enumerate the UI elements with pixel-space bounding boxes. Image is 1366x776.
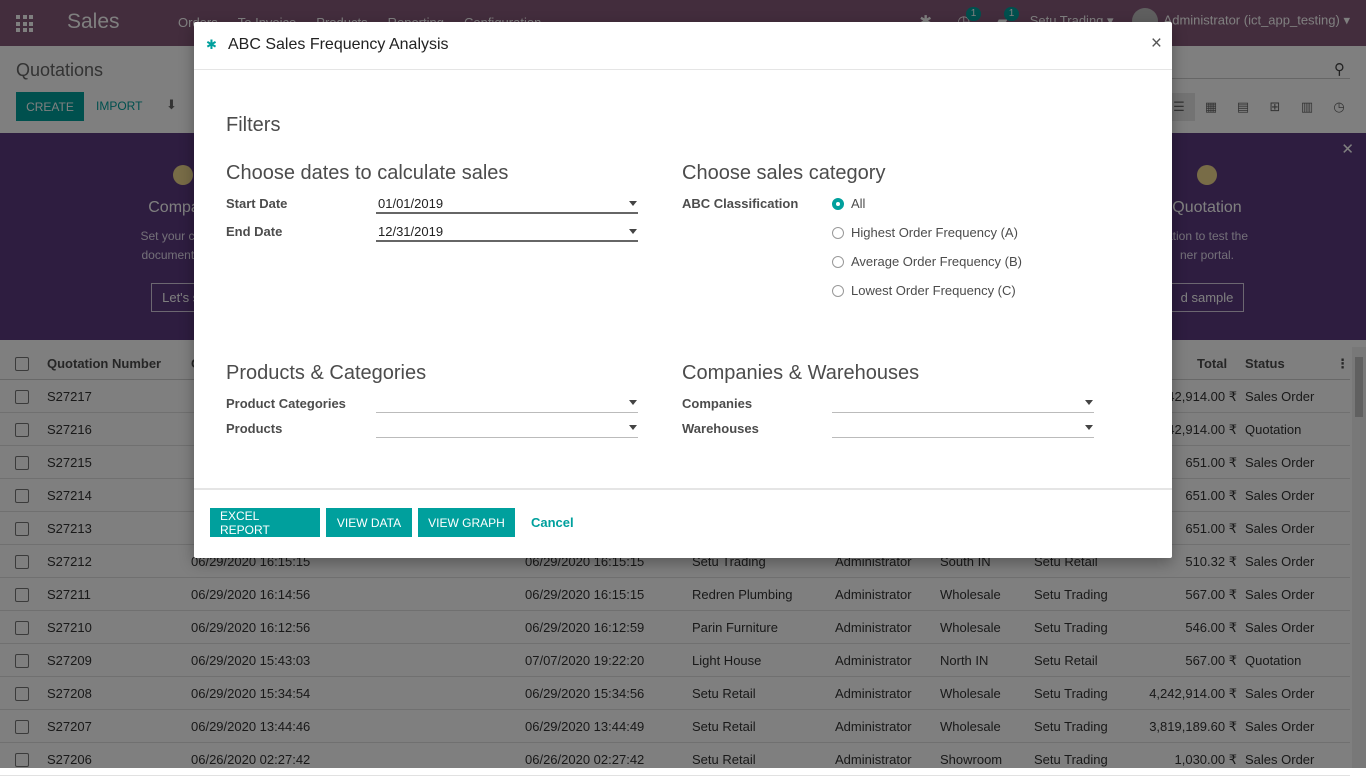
category-heading: Choose sales category	[682, 162, 886, 184]
start-date-value: 01/01/2019	[378, 196, 444, 211]
companies-label: Companies	[682, 396, 753, 411]
abc-classification-label: ABC Classification	[682, 196, 799, 211]
radio-label: Highest Order Frequency (A)	[851, 225, 1018, 240]
product-categories-field[interactable]	[376, 392, 638, 413]
warehouses-label: Warehouses	[682, 421, 759, 436]
radio-label: All	[851, 196, 866, 211]
bug-icon: ✱	[206, 37, 217, 52]
radio-lowest[interactable]: Lowest Order Frequency (C)	[832, 283, 1016, 298]
dialog-title: ABC Sales Frequency Analysis	[228, 36, 449, 53]
radio-average[interactable]: Average Order Frequency (B)	[832, 254, 1022, 269]
view-graph-button[interactable]: VIEW GRAPH	[418, 508, 515, 537]
dialog-footer: EXCEL REPORT VIEW DATA VIEW GRAPH Cancel	[194, 488, 1172, 558]
dropdown-caret-icon	[629, 400, 637, 405]
products-heading: Products & Categories	[226, 362, 427, 384]
companies-field[interactable]	[832, 392, 1094, 413]
radio-all[interactable]: All	[832, 196, 865, 211]
dialog-body: Filters Choose dates to calculate sales …	[194, 70, 1172, 488]
dates-heading: Choose dates to calculate sales	[226, 162, 509, 184]
radio-button[interactable]	[832, 226, 844, 239]
products-field[interactable]	[376, 417, 638, 438]
start-date-field[interactable]: 01/01/2019	[376, 193, 638, 214]
warehouses-field[interactable]	[832, 417, 1094, 438]
dropdown-caret-icon	[629, 425, 637, 430]
product-categories-label: Product Categories	[226, 396, 346, 411]
companies-heading: Companies & Warehouses	[682, 362, 920, 384]
cancel-button[interactable]: Cancel	[531, 515, 574, 530]
dropdown-caret-icon	[629, 201, 637, 206]
filters-heading: Filters	[226, 114, 281, 136]
radio-highest[interactable]: Highest Order Frequency (A)	[832, 225, 1018, 240]
abc-analysis-dialog: ✱ ABC Sales Frequency Analysis × Filters…	[194, 22, 1172, 558]
end-date-label: End Date	[226, 224, 283, 239]
dropdown-caret-icon	[1085, 425, 1093, 430]
radio-button[interactable]	[832, 197, 844, 210]
start-date-label: Start Date	[226, 196, 288, 211]
radio-label: Average Order Frequency (B)	[851, 254, 1022, 269]
radio-button[interactable]	[832, 284, 844, 297]
dialog-header: ✱ ABC Sales Frequency Analysis ×	[194, 22, 1172, 70]
dropdown-caret-icon	[629, 229, 637, 234]
radio-button[interactable]	[832, 255, 844, 268]
excel-report-button[interactable]: EXCEL REPORT	[210, 508, 320, 537]
view-data-button[interactable]: VIEW DATA	[326, 508, 412, 537]
close-icon[interactable]: ×	[1151, 33, 1162, 55]
radio-label: Lowest Order Frequency (C)	[851, 283, 1016, 298]
dropdown-caret-icon	[1085, 400, 1093, 405]
end-date-field[interactable]: 12/31/2019	[376, 221, 638, 242]
products-label: Products	[226, 421, 283, 436]
end-date-value: 12/31/2019	[378, 224, 444, 239]
